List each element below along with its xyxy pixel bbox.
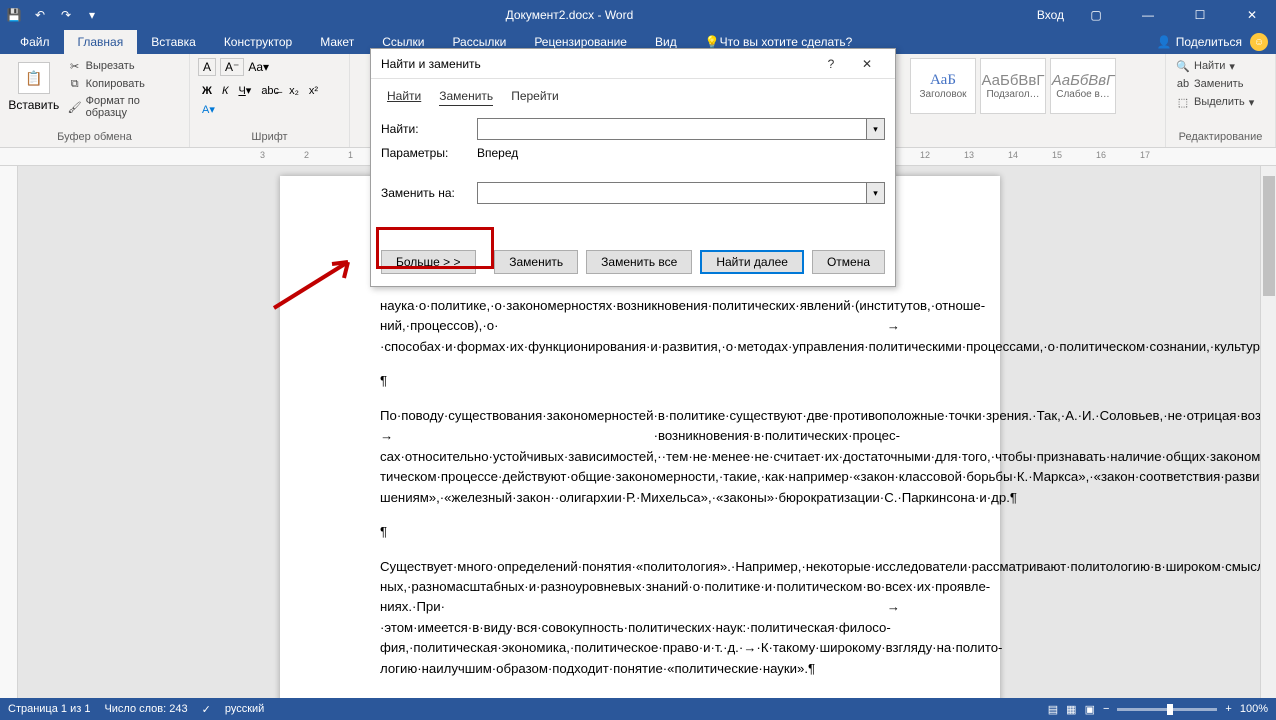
dialog-tabs: Найти Заменить Перейти <box>381 85 885 112</box>
tab-file[interactable]: Файл <box>6 30 64 54</box>
styles-gallery[interactable]: АаБЗаголовок АаБбВвГПодзагол… АаБбВвГСла… <box>910 58 1116 114</box>
ribbon-display-options-icon[interactable]: ▢ <box>1076 0 1116 30</box>
dialog-title: Найти и заменить <box>381 57 813 71</box>
dialog-close-icon[interactable]: ✕ <box>849 50 885 78</box>
redo-icon[interactable]: ↷ <box>56 5 76 25</box>
copy-button[interactable]: ⧉Копировать <box>66 76 181 92</box>
tab-layout[interactable]: Макет <box>306 30 368 54</box>
window-title: Документ2.docx - Word <box>102 8 1037 22</box>
zoom-level[interactable]: 100% <box>1240 703 1268 715</box>
quick-access-toolbar: 💾 ↶ ↷ ▾ <box>4 5 102 25</box>
replace-with-input[interactable] <box>477 182 867 204</box>
document-paragraph: По·поводу·существования·закономерностей·… <box>380 406 900 508</box>
account-login[interactable]: Вход <box>1037 8 1064 22</box>
bold-button[interactable]: Ж <box>198 83 216 99</box>
replace-one-button[interactable]: Заменить <box>494 250 578 274</box>
document-paragraph: наука·о·политике,·о·закономерностях·возн… <box>380 296 900 357</box>
style-subheading[interactable]: АаБбВвГПодзагол… <box>980 58 1046 114</box>
share-button[interactable]: 👤 Поделиться <box>1157 35 1242 49</box>
paste-button[interactable]: 📋 Вставить <box>8 58 60 112</box>
clipboard-icon: 📋 <box>18 62 50 94</box>
paste-label: Вставить <box>8 98 59 112</box>
spellcheck-icon[interactable]: ✓ <box>202 703 211 716</box>
format-painter-button[interactable]: 🖌Формат по образцу <box>66 94 181 120</box>
strikethrough-button[interactable]: abc̶ <box>257 83 283 99</box>
save-icon[interactable]: 💾 <box>4 5 24 25</box>
find-replace-dialog: Найти и заменить ? ✕ Найти Заменить Пере… <box>370 48 896 287</box>
cursor-icon: ⬚ <box>1176 95 1190 109</box>
brush-icon: 🖌 <box>68 100 82 114</box>
search-icon: 🔍 <box>1176 59 1190 73</box>
dialog-tab-goto[interactable]: Перейти <box>511 89 559 106</box>
replace-icon: ab <box>1176 77 1190 91</box>
find-next-button[interactable]: Найти далее <box>700 250 804 274</box>
window-titlebar: 💾 ↶ ↷ ▾ Документ2.docx - Word Вход ▢ — ☐… <box>0 0 1276 30</box>
vertical-scrollbar[interactable] <box>1260 166 1276 698</box>
style-weak[interactable]: АаБбВвГСлабое в… <box>1050 58 1116 114</box>
replace-all-button[interactable]: Заменить все <box>586 250 692 274</box>
dialog-tab-replace[interactable]: Заменить <box>439 89 493 106</box>
minimize-icon[interactable]: — <box>1128 0 1168 30</box>
dialog-tab-find[interactable]: Найти <box>387 89 421 106</box>
scrollbar-thumb[interactable] <box>1263 176 1275 296</box>
superscript-button[interactable]: x² <box>305 83 322 99</box>
view-web-icon[interactable]: ▣ <box>1085 703 1095 716</box>
view-print-icon[interactable]: ▦ <box>1066 703 1076 716</box>
cut-button[interactable]: ✂Вырезать <box>66 58 181 74</box>
subscript-button[interactable]: x₂ <box>285 83 303 99</box>
document-paragraph: ¶ <box>380 371 900 391</box>
dialog-help-icon[interactable]: ? <box>813 50 849 78</box>
tab-home[interactable]: Главная <box>64 30 138 54</box>
customize-qat-icon[interactable]: ▾ <box>82 5 102 25</box>
find-what-label: Найти: <box>381 122 469 136</box>
zoom-out-icon[interactable]: − <box>1103 703 1109 715</box>
view-read-icon[interactable]: ▤ <box>1048 703 1058 716</box>
underline-button[interactable]: Ч▾ <box>234 82 255 99</box>
tab-insert[interactable]: Вставка <box>137 30 210 54</box>
close-icon[interactable]: ✕ <box>1232 0 1272 30</box>
feedback-smiley-icon[interactable]: ☺ <box>1250 33 1268 51</box>
zoom-in-icon[interactable]: + <box>1225 703 1231 715</box>
params-label: Параметры: <box>381 146 469 160</box>
italic-button[interactable]: К <box>218 83 232 99</box>
tab-design[interactable]: Конструктор <box>210 30 306 54</box>
find-button[interactable]: 🔍Найти ▾ <box>1174 58 1256 74</box>
replace-button[interactable]: abЗаменить <box>1174 76 1256 92</box>
more-options-button[interactable]: Больше > > <box>381 250 476 274</box>
text-effects-button[interactable]: A▾ <box>198 101 219 118</box>
vertical-ruler[interactable] <box>0 166 18 698</box>
cancel-button[interactable]: Отмена <box>812 250 885 274</box>
dialog-titlebar[interactable]: Найти и заменить ? ✕ <box>371 49 895 79</box>
find-what-input[interactable] <box>477 118 867 140</box>
page-count[interactable]: Страница 1 из 1 <box>8 703 90 715</box>
params-value: Вперед <box>477 146 518 160</box>
find-history-dropdown-icon[interactable]: ▾ <box>867 118 885 140</box>
font-group-label: Шрифт <box>198 129 341 147</box>
undo-icon[interactable]: ↶ <box>30 5 50 25</box>
select-button[interactable]: ⬚Выделить ▾ <box>1174 94 1256 110</box>
copy-icon: ⧉ <box>68 77 82 91</box>
zoom-slider[interactable] <box>1117 708 1217 711</box>
word-count[interactable]: Число слов: 243 <box>104 703 187 715</box>
maximize-icon[interactable]: ☐ <box>1180 0 1220 30</box>
replace-with-label: Заменить на: <box>381 186 469 200</box>
status-bar: Страница 1 из 1 Число слов: 243 ✓ русски… <box>0 698 1276 720</box>
scissors-icon: ✂ <box>68 59 82 73</box>
document-paragraph: Существует·много·определений·понятия·«по… <box>380 557 900 680</box>
editing-group-label: Редактирование <box>1174 129 1267 147</box>
language-indicator[interactable]: русский <box>225 703 264 715</box>
replace-history-dropdown-icon[interactable]: ▾ <box>867 182 885 204</box>
document-paragraph: ¶ <box>380 522 900 542</box>
clipboard-group-label: Буфер обмена <box>8 129 181 147</box>
style-heading[interactable]: АаБЗаголовок <box>910 58 976 114</box>
